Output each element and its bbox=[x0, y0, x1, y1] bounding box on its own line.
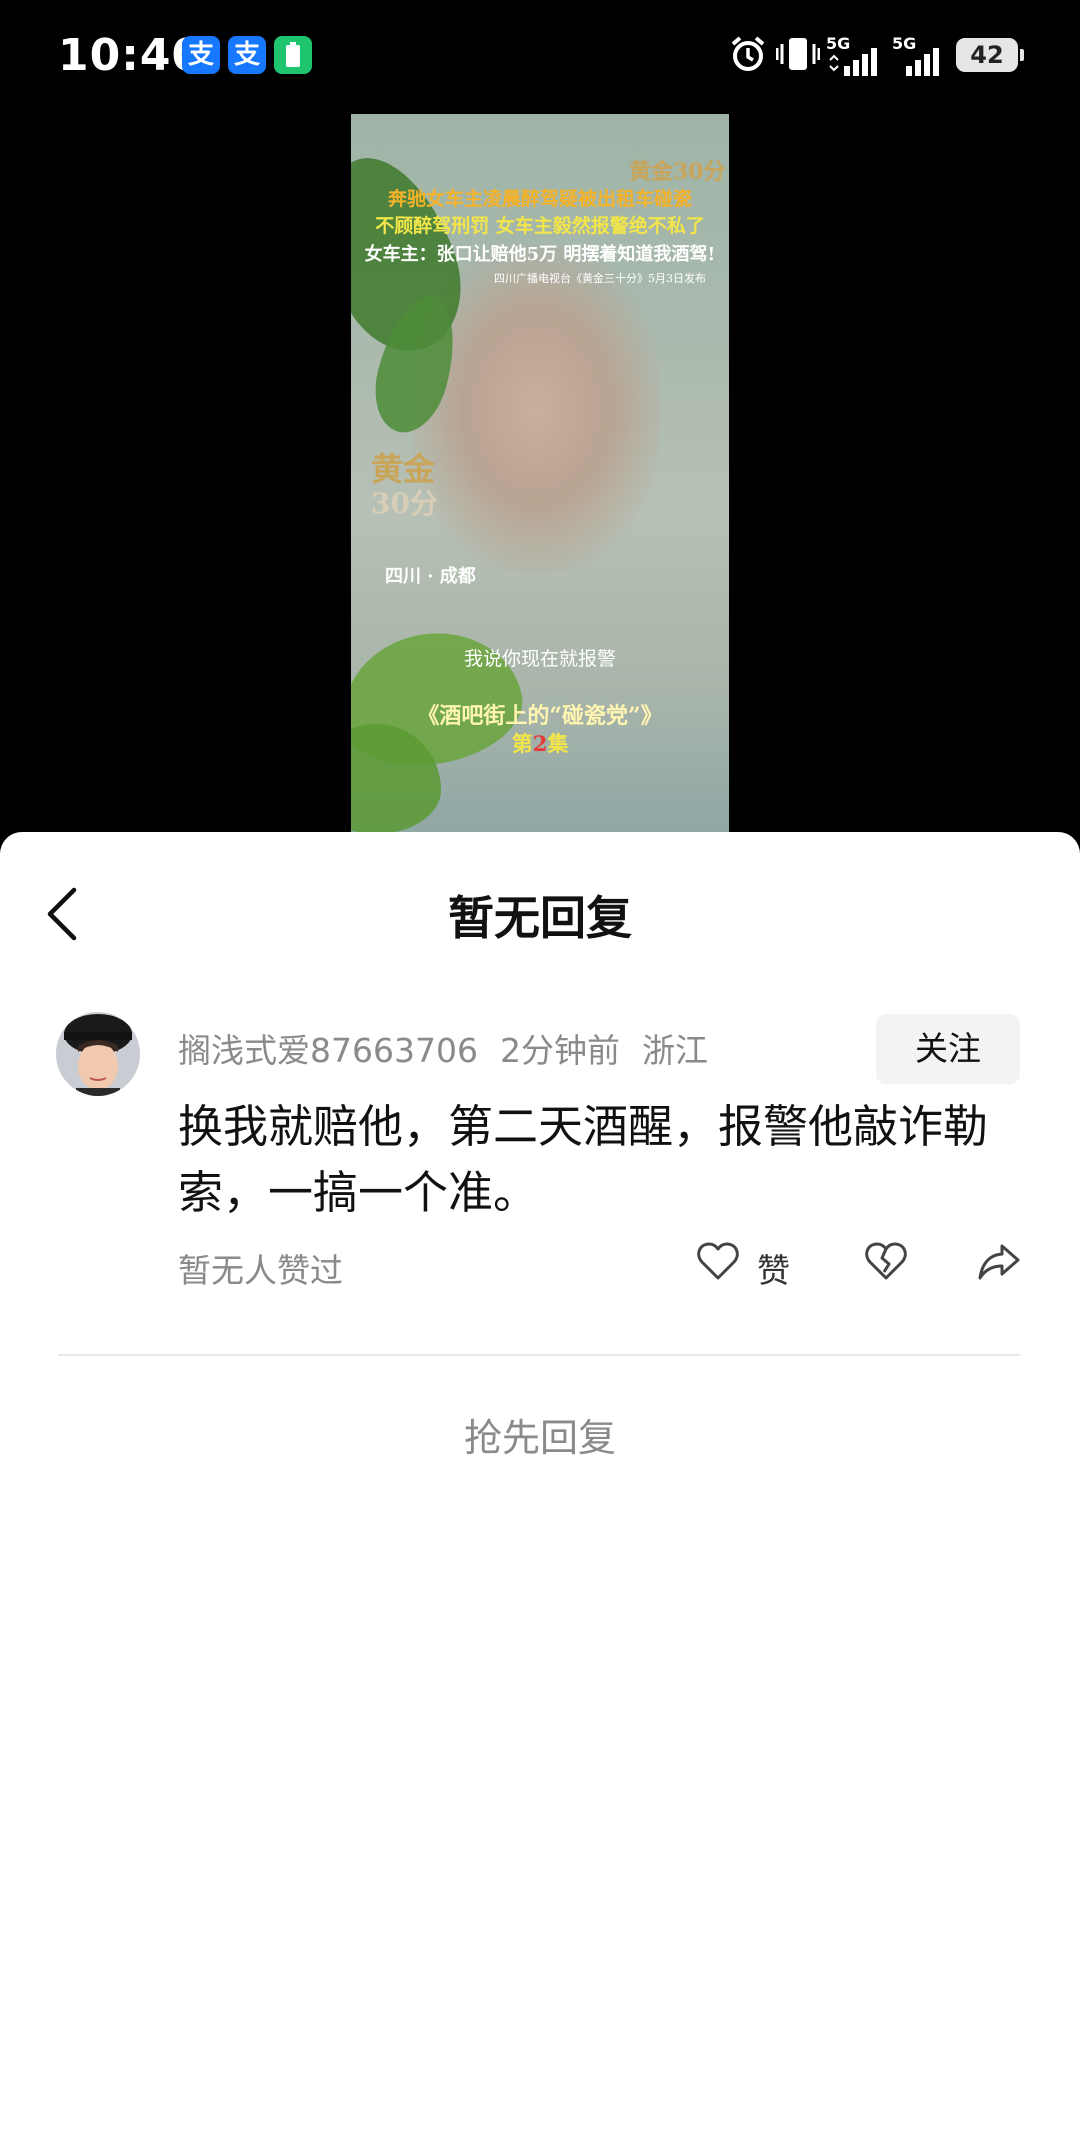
sheet-title: 暂无回复 bbox=[448, 891, 632, 945]
headline-3: 女车主：张口让赔他5万 明摆着知道我酒驾! bbox=[364, 244, 716, 265]
heart-icon bbox=[697, 1242, 739, 1280]
comment-username[interactable]: 搁浅式爱87663706 bbox=[178, 1031, 478, 1070]
battery-app-icon bbox=[274, 36, 312, 74]
episode-suffix: 集 bbox=[547, 731, 569, 756]
headline-2: 不顾醉驾刑罚 女车主毅然报警绝不私了 bbox=[375, 215, 705, 237]
alipay-icon: 支 bbox=[182, 36, 220, 74]
reply-sheet: 暂无回复 搁浅式爱87663706 2分钟前 浙江 关注 换我就赔他，第二天酒醒，报… bbox=[0, 832, 1080, 2136]
battery-icon: 42 bbox=[956, 38, 1024, 72]
episode-label: 第2集 bbox=[351, 728, 729, 758]
comment-time: 2分钟前 bbox=[499, 1031, 620, 1070]
video-player[interactable]: 黄金30分 奔驰女车主凌晨醉驾疑被出租车碰瓷 不顾醉驾刑罚 女车主毅然报警绝不私… bbox=[351, 114, 729, 834]
headline-1: 奔驰女车主凌晨醉驾疑被出租车碰瓷 bbox=[387, 188, 692, 210]
episode-number: 2 bbox=[532, 731, 548, 756]
alarm-icon bbox=[728, 34, 768, 78]
comment-text: 换我就赔他，第二天酒醒，报警他敲诈勒索，一搞一个准。 bbox=[178, 1100, 989, 1219]
dislike-button[interactable] bbox=[864, 1236, 908, 1290]
like-label[interactable]: 赞 bbox=[757, 1244, 790, 1292]
divider bbox=[58, 1354, 1020, 1356]
comment-location: 浙江 bbox=[641, 1031, 708, 1070]
battery-level: 42 bbox=[970, 41, 1004, 69]
series-title: 《酒吧街上的“碰瓷党”》 bbox=[417, 703, 663, 729]
share-button[interactable] bbox=[976, 1236, 1022, 1290]
video-source: 四川广播电视台《黄金三十分》5月3日发布 bbox=[494, 272, 706, 285]
comment-meta: 搁浅式爱87663706 2分钟前 浙江 bbox=[178, 1024, 730, 1072]
like-button[interactable] bbox=[696, 1236, 740, 1290]
likes-summary: 暂无人赞过 bbox=[178, 1251, 343, 1290]
avatar[interactable] bbox=[56, 1012, 140, 1096]
tv-logo: 黄金30分 bbox=[629, 159, 726, 185]
video-subtitle: 我说你现在就报警 bbox=[463, 648, 616, 670]
status-bar: 10:40 支 支 5G 5G 42 bbox=[0, 0, 1080, 110]
video-location: 四川 · 成都 bbox=[385, 566, 476, 587]
vibrate-icon bbox=[775, 36, 821, 76]
broken-heart-icon bbox=[865, 1242, 907, 1280]
watermark-logo-sub: 30分 bbox=[371, 487, 438, 520]
alipay-icon: 支 bbox=[228, 36, 266, 74]
share-icon bbox=[978, 1244, 1020, 1280]
follow-button[interactable]: 关注 bbox=[876, 1014, 1020, 1084]
episode-prefix: 第 bbox=[511, 731, 533, 756]
reply-first-prompt[interactable]: 抢先回复 bbox=[0, 1407, 1080, 1462]
